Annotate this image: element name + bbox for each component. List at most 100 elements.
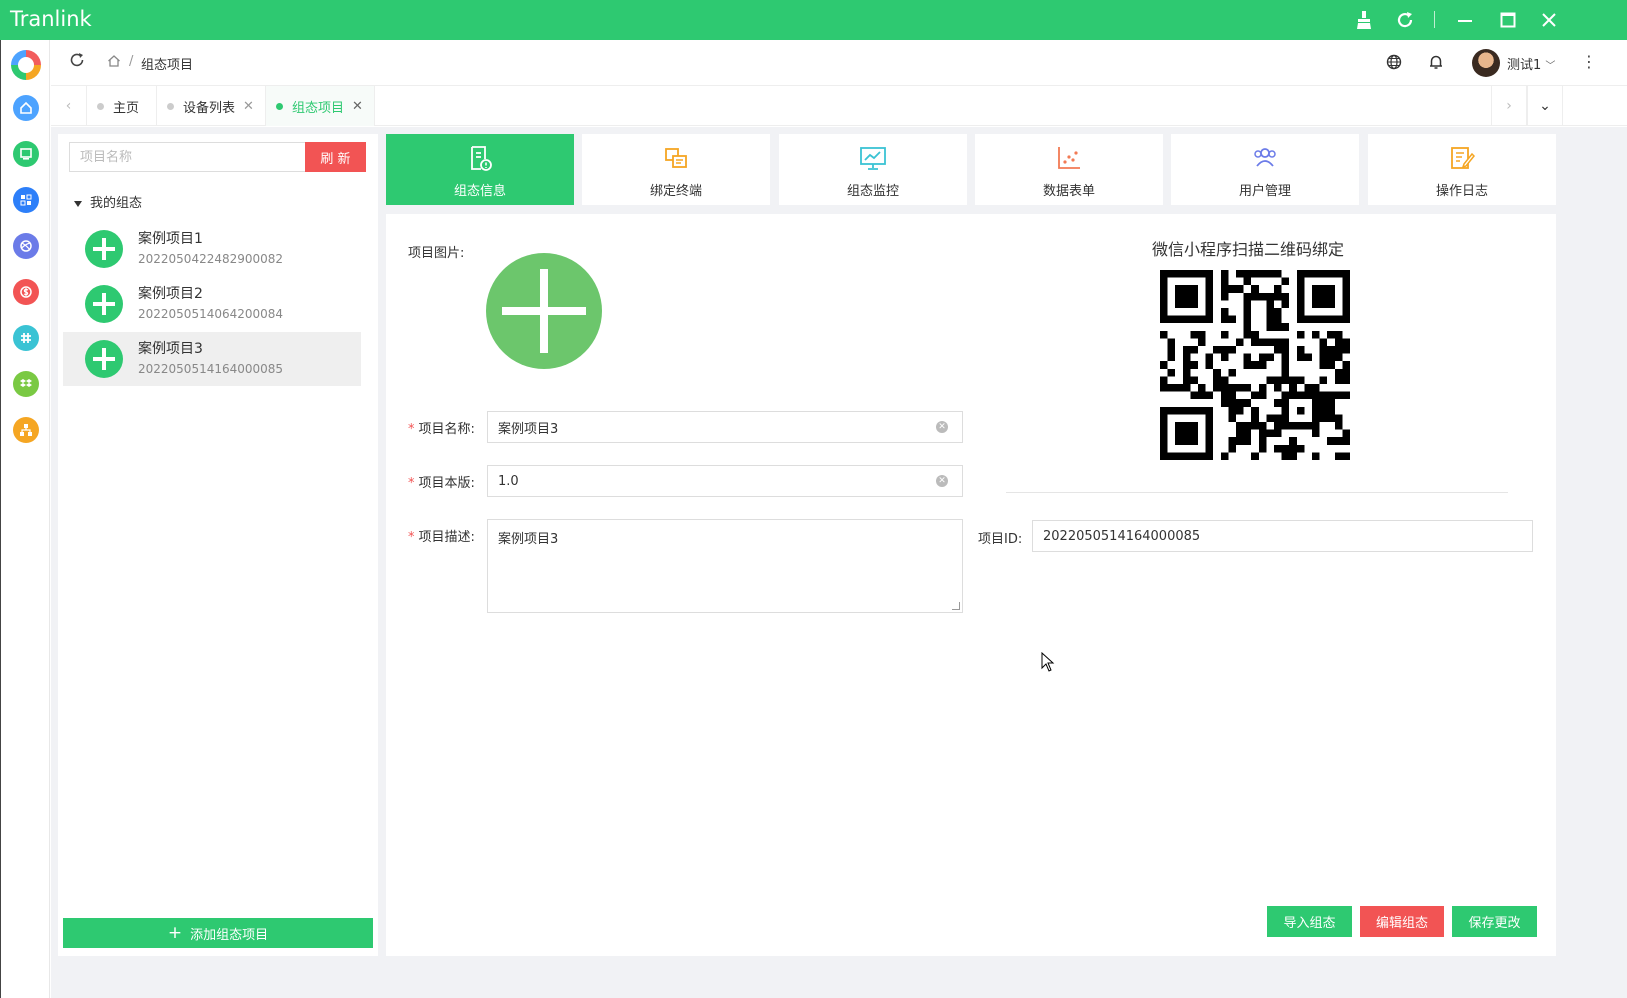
tab-label: 组态监控 — [846, 184, 899, 199]
project-name: 案例项目2 — [138, 286, 203, 302]
project-desc-label-text: 项目描述: — [418, 530, 475, 545]
project-image-label: 项目图片: — [408, 246, 465, 261]
tab-bind-terminal[interactable]: 绑定终端 — [582, 134, 770, 205]
save-changes-button[interactable]: 保存更改 — [1452, 906, 1537, 937]
add-project-button[interactable]: + 添加组态项目 — [63, 918, 373, 948]
bell-icon[interactable] — [1427, 53, 1445, 71]
logo-icon — [11, 50, 41, 80]
tab-device-list[interactable]: 设备列表 ✕ — [157, 86, 266, 126]
tab-bar: ‹ 主页 设备列表 ✕ 组态项目 ✕ › ⌄ — [51, 86, 1627, 126]
project-name-value: 案例项目3 — [498, 421, 559, 437]
tab-label: 操作日志 — [1435, 184, 1488, 199]
project-name-label: * 项目名称: — [408, 418, 475, 437]
breadcrumb-separator: / — [129, 54, 134, 69]
avatar[interactable] — [1472, 49, 1500, 77]
monitor-icon[interactable] — [13, 141, 39, 167]
project-list-panel: 刷 新 我的组态 案例项目1 2022050422482900082 案例项目2… — [58, 134, 378, 956]
clear-icon[interactable]: ✕ — [936, 475, 948, 487]
tab-label: 数据表单 — [1042, 184, 1095, 199]
import-config-button[interactable]: 导入组态 — [1267, 906, 1352, 937]
tab-scroll-right-icon[interactable]: › — [1491, 86, 1527, 126]
dollar-icon[interactable] — [13, 279, 39, 305]
tab-data-form[interactable]: 数据表单 — [975, 134, 1163, 205]
dribbble-icon[interactable] — [13, 233, 39, 259]
required-mark: * — [408, 422, 415, 437]
tab-dot — [167, 102, 174, 110]
tab-user-management[interactable]: 用户管理 — [1171, 134, 1359, 205]
more-vertical-icon[interactable]: ⋮ — [1581, 52, 1597, 71]
config-info-panel: 项目图片: * 项目名称: 案例项目3 ✕ * 项目本版: 1.0 ✕ * 项目描述:… — [386, 214, 1556, 956]
qr-title: 微信小程序扫描二维码绑定 — [1152, 240, 1345, 259]
tab-label: 组态信息 — [453, 184, 506, 199]
tab-label: 设备列表 — [183, 100, 236, 116]
dashboard-icon[interactable] — [13, 187, 39, 213]
project-id: 2022050514164000085 — [138, 362, 284, 376]
caret-down-icon — [74, 200, 82, 207]
org-chart-icon[interactable] — [13, 417, 39, 443]
username: 测试1 — [1507, 58, 1542, 73]
icon-rail — [0, 40, 50, 998]
qr-code — [1160, 270, 1350, 460]
project-name: 案例项目1 — [138, 231, 203, 247]
tree-root[interactable]: 我的组态 — [74, 192, 142, 211]
project-version-label-text: 项目本版: — [418, 476, 475, 491]
mouse-cursor-icon — [1041, 652, 1055, 672]
monitor-chart-icon — [860, 147, 886, 170]
user-menu[interactable]: 测试1 ﹀ — [1507, 54, 1555, 73]
upload-image-plus-icon[interactable] — [486, 253, 602, 369]
users-icon — [1254, 148, 1276, 167]
tab-label: 绑定终端 — [649, 184, 702, 199]
divider — [1006, 492, 1508, 493]
breadcrumb-home-icon[interactable] — [107, 54, 121, 68]
tab-close-icon[interactable]: ✕ — [352, 99, 363, 114]
tab-config-info[interactable]: 组态信息 — [386, 134, 574, 205]
broom-icon[interactable] — [1352, 8, 1376, 32]
tab-home[interactable]: 主页 — [87, 86, 157, 126]
project-version-value: 1.0 — [498, 473, 519, 489]
tab-dot — [97, 102, 104, 110]
project-id-label: 项目ID: — [978, 532, 1023, 547]
divider — [1434, 11, 1435, 28]
required-mark: * — [408, 476, 415, 491]
edit-config-button[interactable]: 编辑组态 — [1360, 906, 1444, 937]
clear-icon[interactable]: ✕ — [936, 421, 948, 433]
dropbox-icon[interactable] — [13, 371, 39, 397]
list-item[interactable]: 案例项目3 2022050514164000085 — [63, 332, 361, 386]
slack-icon[interactable] — [13, 325, 39, 351]
reload-icon[interactable] — [69, 52, 85, 73]
tab-config-project[interactable]: 组态项目 ✕ — [266, 86, 375, 126]
tab-operation-log[interactable]: 操作日志 — [1368, 134, 1556, 205]
home-icon[interactable] — [13, 95, 39, 121]
tree-root-label: 我的组态 — [90, 196, 143, 211]
minimize-icon[interactable] — [1453, 8, 1477, 32]
project-name: 案例项目3 — [138, 341, 203, 357]
project-id-field[interactable]: 2022050514164000085 — [1032, 520, 1533, 552]
project-name-field[interactable]: 案例项目3 ✕ — [487, 411, 963, 443]
project-version-field[interactable]: 1.0 ✕ — [487, 465, 963, 497]
maximize-icon[interactable] — [1496, 8, 1520, 32]
close-icon[interactable] — [1537, 8, 1561, 32]
list-item[interactable]: 案例项目2 2022050514064200084 — [63, 277, 361, 331]
tab-scroll-left-icon[interactable]: ‹ — [51, 86, 87, 126]
top-header: / 组态项目 测试1 ﹀ ⋮ — [51, 40, 1627, 86]
add-project-label: 添加组态项目 — [190, 927, 269, 943]
title-bar: Tranlink — [0, 0, 1627, 40]
project-desc-textarea[interactable]: 案例项目3 — [487, 519, 963, 613]
refresh-icon[interactable] — [1393, 8, 1417, 32]
tab-config-monitor[interactable]: 组态监控 — [779, 134, 967, 205]
resize-handle[interactable] — [952, 602, 960, 610]
project-id: 2022050514064200084 — [138, 307, 284, 321]
list-item[interactable]: 案例项目1 2022050422482900082 — [63, 222, 361, 276]
globe-icon[interactable] — [1385, 53, 1403, 71]
plus-circle-icon — [85, 285, 123, 323]
app-title: Tranlink — [10, 7, 92, 31]
required-mark: * — [408, 530, 415, 545]
tab-dot — [276, 102, 283, 110]
tab-menu-chevron-icon[interactable]: ⌄ — [1527, 86, 1563, 126]
project-version-label: * 项目本版: — [408, 472, 475, 491]
plus-circle-icon — [85, 340, 123, 378]
plus-icon: + — [167, 923, 183, 943]
tab-close-icon[interactable]: ✕ — [243, 99, 254, 114]
refresh-button[interactable]: 刷 新 — [305, 142, 366, 172]
search-input[interactable] — [69, 142, 305, 172]
